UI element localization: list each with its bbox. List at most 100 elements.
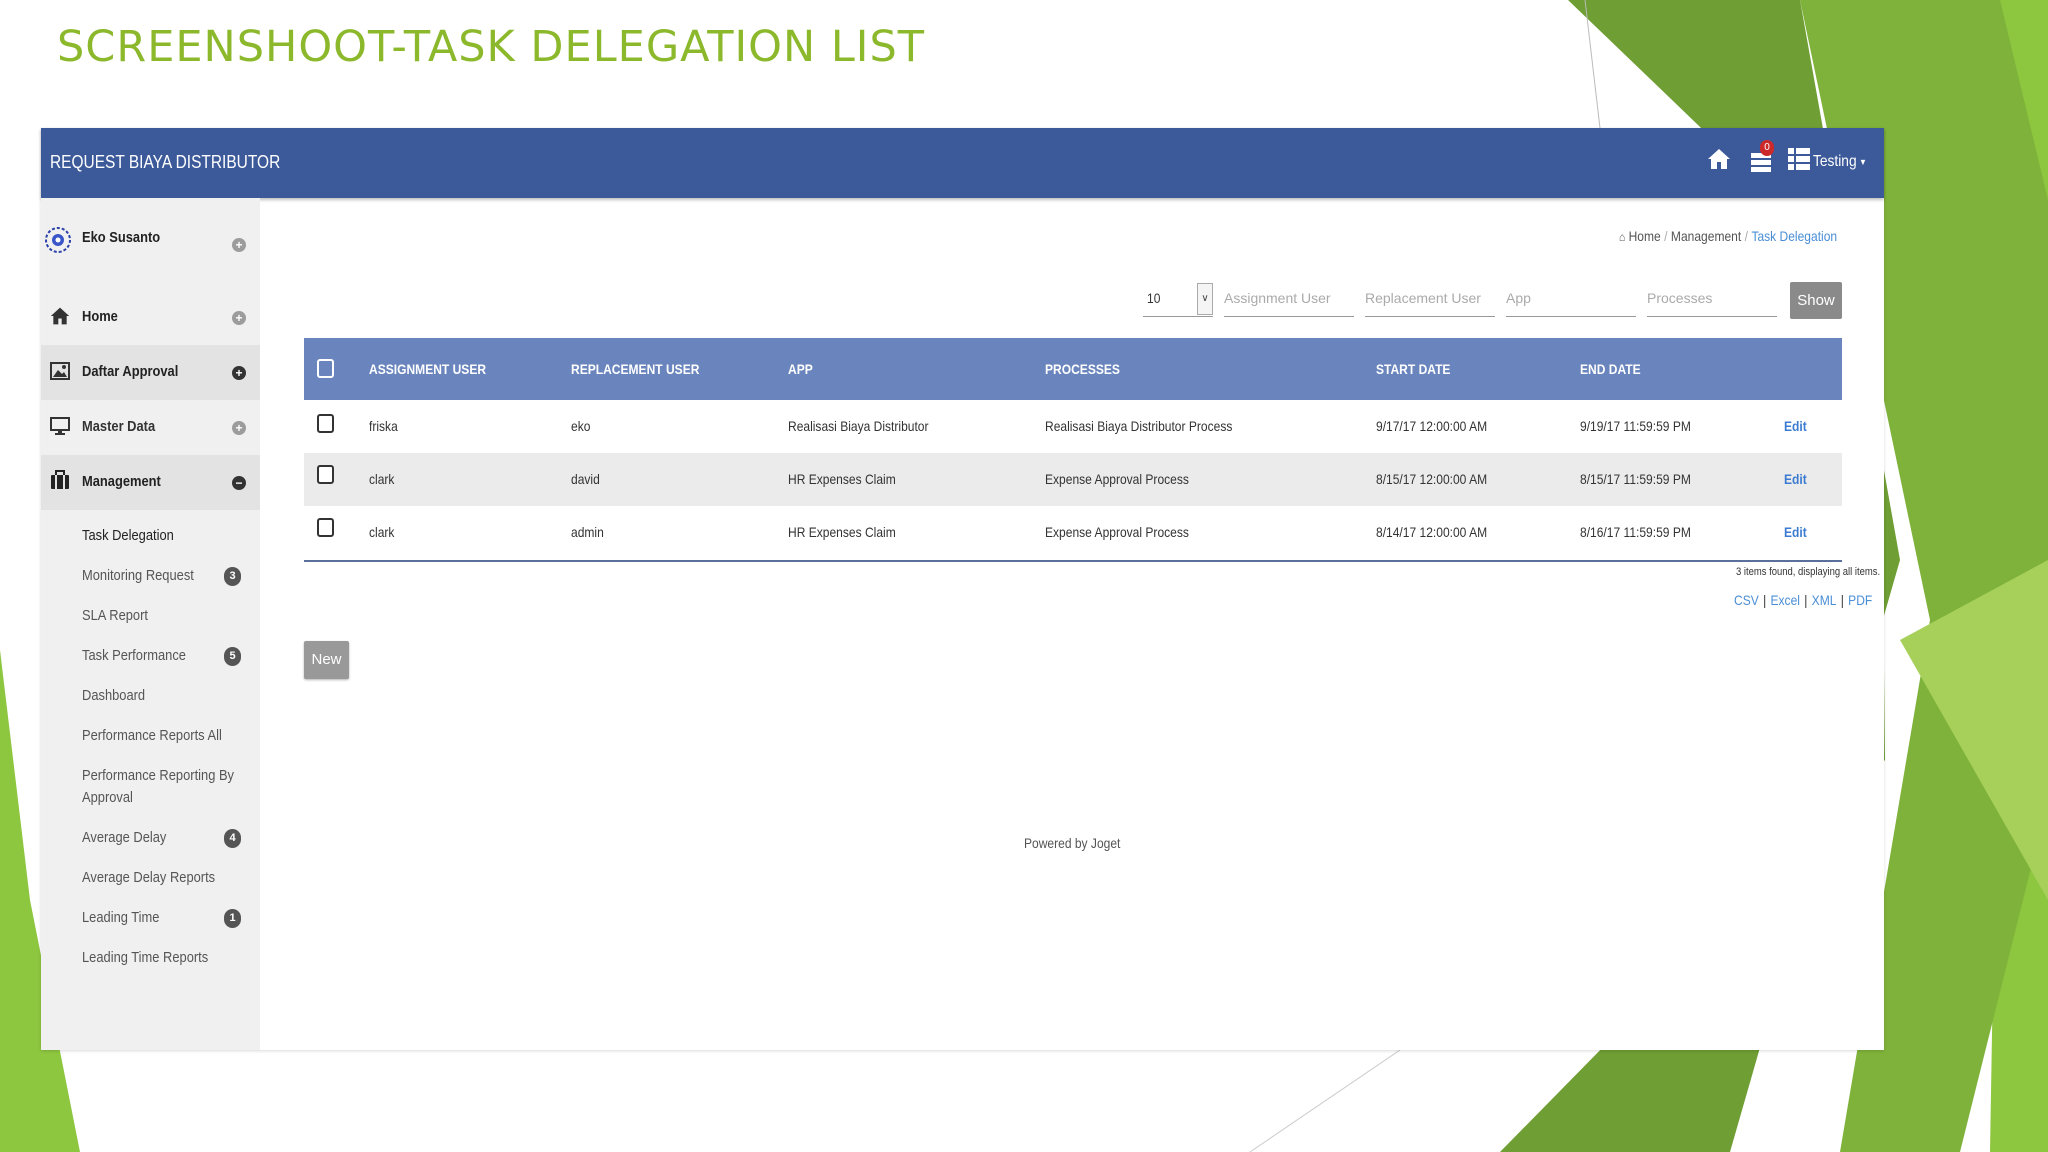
column-header-replacement-user[interactable]: REPLACEMENT USER [571, 361, 699, 377]
home-icon[interactable] [1707, 147, 1731, 171]
app-title[interactable]: REQUEST BIAYA DISTRIBUTOR [50, 152, 280, 173]
breadcrumb-separator: / [1744, 228, 1748, 244]
submenu-item-average-delay[interactable]: Average Delay [82, 827, 166, 849]
new-button[interactable]: New [304, 641, 349, 679]
sidebar-item-master-data[interactable]: Master Data + [41, 400, 260, 455]
export-separator: | [1840, 592, 1844, 608]
app-filter[interactable] [1506, 282, 1636, 317]
sidebar-item-daftar-approval[interactable]: Daftar Approval + [41, 345, 260, 400]
edit-link[interactable]: Edit [1784, 524, 1807, 540]
edit-link[interactable]: Edit [1784, 418, 1807, 434]
row-checkbox[interactable] [317, 414, 334, 433]
expand-icon[interactable]: + [232, 421, 246, 435]
export-pdf-link[interactable]: PDF [1848, 592, 1872, 608]
export-links: CSV | Excel | XML | PDF [1734, 592, 1872, 608]
items-found-text: 3 items found, displaying all items. [1736, 566, 1881, 578]
table-row: friska eko Realisasi Biaya Distributor R… [304, 400, 1842, 453]
column-header-end-date[interactable]: END DATE [1580, 361, 1641, 377]
sidebar-item-label: Home [82, 308, 118, 325]
cell-start-date: 8/14/17 12:00:00 AM [1376, 524, 1488, 540]
edit-link[interactable]: Edit [1784, 471, 1807, 487]
submenu-item-performance-reporting-by-approval[interactable]: Performance Reporting By Approval [82, 765, 234, 809]
navbar: REQUEST BIAYA DISTRIBUTOR 0 Testing ▼ [41, 128, 1884, 198]
column-header-app[interactable]: APP [788, 361, 813, 377]
breadcrumb-home[interactable]: Home [1629, 228, 1661, 244]
table-bottom-border [304, 560, 1842, 562]
count-badge: 3 [224, 567, 241, 586]
breadcrumb-management[interactable]: Management [1671, 228, 1741, 244]
export-excel-link[interactable]: Excel [1770, 592, 1799, 608]
submenu-item-task-performance[interactable]: Task Performance [82, 645, 186, 667]
page-size-value: 10 [1147, 290, 1161, 306]
processes-input[interactable] [1647, 282, 1777, 306]
export-csv-link[interactable]: CSV [1734, 592, 1759, 608]
notification-badge[interactable]: 0 [1760, 140, 1774, 156]
table-row: clark david HR Expenses Claim Expense Ap… [304, 453, 1842, 506]
cell-replacement-user: david [571, 471, 600, 487]
breadcrumb-separator: / [1664, 228, 1668, 244]
show-button[interactable]: Show [1790, 282, 1842, 319]
caret-down-icon: ▼ [1859, 156, 1867, 167]
submenu-item-dashboard[interactable]: Dashboard [82, 685, 145, 707]
sidebar-profile[interactable]: Eko Susanto + [41, 218, 260, 273]
table-row: clark admin HR Expenses Claim Expense Ap… [304, 506, 1842, 559]
select-all-checkbox[interactable] [317, 359, 334, 378]
submenu-item-average-delay-reports[interactable]: Average Delay Reports [82, 867, 215, 889]
slide: SCREENSHOOT-TASK DELEGATION LIST REQUEST… [0, 0, 2048, 1152]
replacement-user-filter[interactable] [1365, 282, 1495, 317]
assignment-user-input[interactable] [1224, 282, 1354, 306]
sidebar-item-label: Management [82, 473, 161, 490]
submenu-item-leading-time-reports[interactable]: Leading Time Reports [82, 947, 208, 969]
column-header-start-date[interactable]: START DATE [1376, 361, 1450, 377]
row-checkbox[interactable] [317, 518, 334, 537]
home-icon: ⌂ [1619, 230, 1626, 244]
monitor-icon [50, 417, 70, 435]
expand-icon[interactable]: + [232, 311, 246, 325]
app-input[interactable] [1506, 282, 1636, 306]
assignment-user-filter[interactable] [1224, 282, 1354, 317]
cell-processes: Expense Approval Process [1045, 471, 1189, 487]
profile-expand-icon[interactable]: + [232, 238, 246, 252]
export-separator: | [1763, 592, 1767, 608]
cell-replacement-user: eko [571, 418, 591, 434]
avatar [45, 227, 71, 253]
submenu-item-label-line1: Performance Reporting By [82, 767, 235, 784]
sidebar-item-label: Master Data [82, 418, 156, 435]
page-size-select[interactable]: 10 ∨ [1143, 282, 1213, 317]
briefcase-icon [51, 470, 69, 489]
submenu-item-monitoring-request[interactable]: Monitoring Request [82, 565, 194, 587]
count-badge: 5 [224, 647, 241, 666]
cell-end-date: 8/16/17 11:59:59 PM [1580, 524, 1691, 540]
column-header-processes[interactable]: PROCESSES [1045, 361, 1120, 377]
column-header-assignment-user[interactable]: ASSIGNMENT USER [369, 361, 486, 377]
cell-end-date: 9/19/17 11:59:59 PM [1580, 418, 1691, 434]
breadcrumb: ⌂ Home / Management / Task Delegation [1619, 228, 1837, 244]
row-checkbox[interactable] [317, 465, 334, 484]
cell-processes: Expense Approval Process [1045, 524, 1189, 540]
submenu-item-sla-report[interactable]: SLA Report [82, 605, 148, 627]
submenu-item-task-delegation[interactable]: Task Delegation [82, 525, 174, 547]
replacement-user-input[interactable] [1365, 282, 1495, 306]
cell-app: Realisasi Biaya Distributor [788, 418, 929, 434]
collapse-icon[interactable]: − [232, 476, 246, 490]
export-separator: | [1804, 592, 1808, 608]
user-menu[interactable]: Testing ▼ [1813, 153, 1867, 171]
sidebar-item-label: Daftar Approval [82, 363, 179, 380]
cell-assignment-user: friska [369, 418, 398, 434]
sidebar-item-management[interactable]: Management − [41, 455, 260, 510]
chevron-down-icon[interactable]: ∨ [1197, 283, 1213, 315]
submenu-item-leading-time[interactable]: Leading Time [82, 907, 159, 929]
expand-icon[interactable]: + [232, 366, 246, 380]
cell-assignment-user: clark [369, 524, 395, 540]
export-xml-link[interactable]: XML [1812, 592, 1837, 608]
thin-line-bottom [1249, 1049, 1401, 1152]
footer-powered-by: Powered by Joget [1024, 835, 1121, 851]
processes-filter[interactable] [1647, 282, 1777, 317]
breadcrumb-current: Task Delegation [1751, 228, 1838, 244]
apps-grid-icon[interactable] [1788, 148, 1810, 170]
sidebar-item-home[interactable]: Home + [41, 290, 260, 345]
submenu-item-performance-reports-all[interactable]: Performance Reports All [82, 725, 222, 747]
cell-app: HR Expenses Claim [788, 524, 896, 540]
slide-title: SCREENSHOOT-TASK DELEGATION LIST [57, 22, 926, 72]
count-badge: 4 [224, 829, 241, 848]
